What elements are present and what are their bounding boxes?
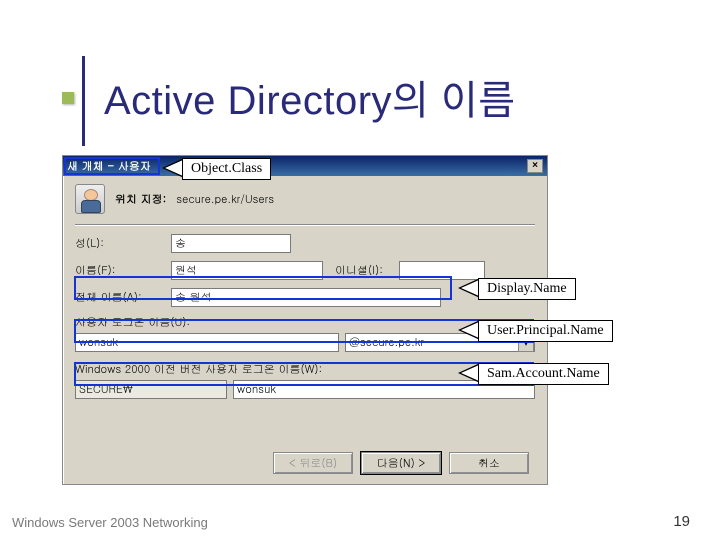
w2k-domain-readonly: SECURE\ [75,380,227,399]
location-label: 위치 지정: [115,192,166,207]
callout-upn: User.Principal.Name [478,320,613,342]
lastname-label: 성(L): [75,236,171,251]
callout-objectclass: Object.Class [182,158,271,180]
cancel-button[interactable]: 취소 [449,452,529,474]
divider [75,224,535,226]
footer-text: Windows Server 2003 Networking [12,515,208,530]
dialog-title: 새 개체 - 사용자 [67,159,151,174]
firstname-label: 이름(F): [75,263,171,278]
dialog-titlebar: 새 개체 - 사용자 × [63,156,547,176]
slide-title: Active Directory의 이름 [104,68,516,126]
slide-bullet-icon [62,92,74,104]
title-rule [82,56,85,146]
next-button[interactable]: 다음(N) > [361,452,441,474]
callout-displayname: Display.Name [478,278,576,300]
user-icon [75,184,105,214]
back-button: < 뒤로(B) [273,452,353,474]
page-number: 19 [673,513,690,530]
fullname-label: 전체 이름(A): [75,290,171,305]
logon-name-input[interactable] [75,333,339,352]
callout-sam: Sam.Account.Name [478,363,609,385]
location-value: secure.pe.kr/Users [176,192,274,207]
initials-label: 이니셜(I): [335,263,399,278]
logon-domain-value: @secure.pe.kr [349,335,424,350]
close-button[interactable]: × [527,159,543,173]
fullname-input[interactable] [171,288,441,307]
firstname-input[interactable] [171,261,323,280]
lastname-input[interactable] [171,234,291,253]
